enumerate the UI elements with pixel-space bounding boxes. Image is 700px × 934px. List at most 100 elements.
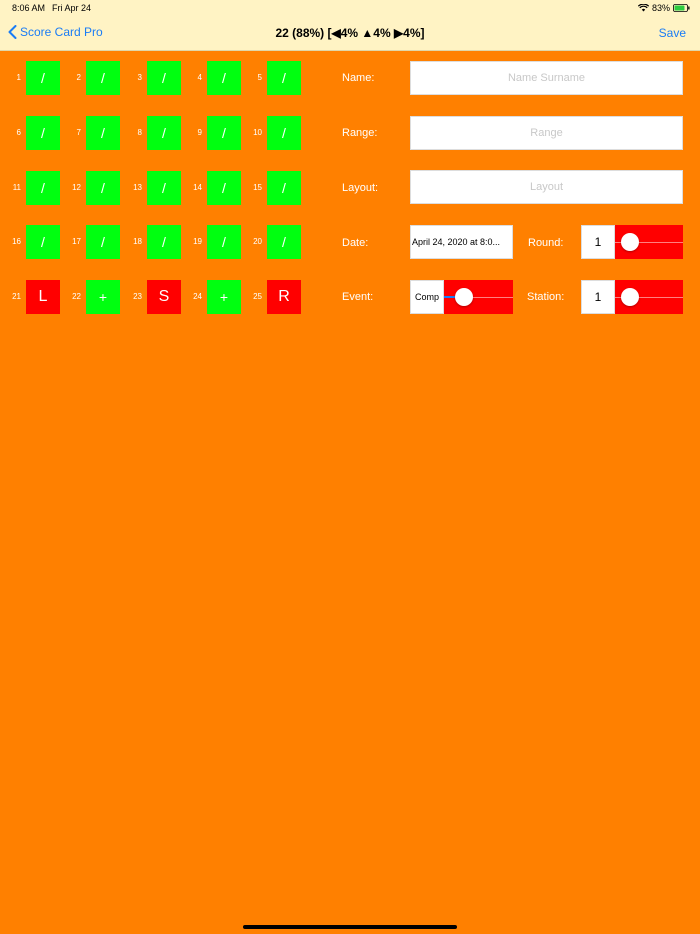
status-bar: 8:06 AM Fri Apr 24 83% xyxy=(0,0,700,16)
score-button[interactable]: / xyxy=(147,61,181,95)
score-cell: 3/ xyxy=(121,61,181,95)
score-button[interactable]: / xyxy=(147,225,181,259)
date-label: Date: xyxy=(342,237,369,249)
page-title: 22 (88%) [◀4% ▲4% ▶4%] xyxy=(275,26,425,40)
score-button[interactable]: / xyxy=(26,171,60,205)
score-button[interactable]: + xyxy=(207,280,241,314)
score-button[interactable]: R xyxy=(267,280,301,314)
target-number: 6 xyxy=(16,128,21,137)
event-value: Comp xyxy=(410,280,444,314)
target-number: 11 xyxy=(12,183,21,192)
name-label: Name: xyxy=(342,72,375,84)
score-cell: 12 / xyxy=(60,171,120,205)
target-number: 24 xyxy=(193,292,202,301)
slider-thumb[interactable] xyxy=(454,288,473,306)
target-number: 22 xyxy=(72,292,81,301)
slider-thumb[interactable] xyxy=(620,233,639,251)
score-cell: 6/ xyxy=(0,116,60,150)
target-number: 8 xyxy=(137,128,142,137)
target-number: 2 xyxy=(76,73,81,82)
round-value: 1 xyxy=(581,225,615,259)
score-cell: 17 / xyxy=(60,225,120,259)
score-button[interactable]: / xyxy=(86,116,120,150)
name-input[interactable]: Name Surname xyxy=(410,61,683,95)
score-cell: 15 / xyxy=(241,171,301,205)
score-button[interactable]: / xyxy=(267,225,301,259)
score-cell: 9/ xyxy=(181,116,241,150)
station-slider[interactable] xyxy=(615,280,683,314)
score-cell: 8/ xyxy=(121,116,181,150)
target-number: 16 xyxy=(12,237,21,246)
score-cell: 7/ xyxy=(60,116,120,150)
target-number: 5 xyxy=(257,73,262,82)
battery-percent: 83% xyxy=(651,3,670,13)
score-button[interactable]: / xyxy=(207,116,241,150)
score-button[interactable]: / xyxy=(86,61,120,95)
score-cell: 1/ xyxy=(0,61,60,95)
event-slider[interactable] xyxy=(444,280,513,314)
event-label: Event: xyxy=(342,291,374,303)
score-cell: 16 / xyxy=(0,225,60,259)
round-label: Round: xyxy=(528,237,564,249)
layout-input[interactable]: Layout xyxy=(410,170,683,204)
target-number: 9 xyxy=(197,128,202,137)
score-cell: 5/ xyxy=(241,61,301,95)
score-cell: 22 + xyxy=(60,280,120,314)
score-button[interactable]: / xyxy=(267,61,301,95)
round-slider[interactable] xyxy=(615,225,683,259)
score-button[interactable]: / xyxy=(86,225,120,259)
target-number: 15 xyxy=(253,183,262,192)
target-number: 23 xyxy=(133,292,142,301)
slider-thumb[interactable] xyxy=(620,288,639,306)
score-cell: 10 / xyxy=(241,116,301,150)
score-button[interactable]: / xyxy=(147,116,181,150)
score-button[interactable]: / xyxy=(86,171,120,205)
score-cell: 14 / xyxy=(181,171,241,205)
target-number: 21 xyxy=(12,292,21,301)
target-number: 20 xyxy=(253,237,262,246)
score-cell: 11 / xyxy=(0,171,60,205)
range-input[interactable]: Range xyxy=(410,116,683,150)
date-picker[interactable]: April 24, 2020 at 8:0... xyxy=(410,225,513,259)
target-number: 17 xyxy=(72,237,81,246)
score-cell: 18 / xyxy=(121,225,181,259)
target-number: 13 xyxy=(133,183,142,192)
target-number: 18 xyxy=(133,237,142,246)
target-number: 7 xyxy=(76,128,81,137)
score-button[interactable]: / xyxy=(207,225,241,259)
score-button[interactable]: S xyxy=(147,280,181,314)
target-number: 4 xyxy=(197,73,202,82)
score-cell: 23 S xyxy=(121,280,181,314)
save-button[interactable]: Save xyxy=(659,26,686,40)
target-number: 12 xyxy=(72,183,81,192)
score-button[interactable]: + xyxy=(86,280,120,314)
score-button[interactable]: / xyxy=(267,116,301,150)
score-button[interactable]: / xyxy=(26,61,60,95)
score-cell: 24 + xyxy=(181,280,241,314)
score-button[interactable]: / xyxy=(267,171,301,205)
score-button[interactable]: / xyxy=(26,225,60,259)
score-cell: 13 / xyxy=(121,171,181,205)
score-button[interactable]: / xyxy=(207,61,241,95)
score-cell: 20 / xyxy=(241,225,301,259)
score-button[interactable]: / xyxy=(26,116,60,150)
score-button[interactable]: L xyxy=(26,280,60,314)
battery-icon xyxy=(673,4,690,12)
score-cell: 19 / xyxy=(181,225,241,259)
score-cell: 4/ xyxy=(181,61,241,95)
target-number: 1 xyxy=(16,73,21,82)
target-number: 14 xyxy=(193,183,202,192)
score-button[interactable]: / xyxy=(207,171,241,205)
score-cell: 2/ xyxy=(60,61,120,95)
target-number: 3 xyxy=(137,73,142,82)
station-label: Station: xyxy=(527,291,565,303)
score-cell: 25 R xyxy=(241,280,301,314)
layout-label: Layout: xyxy=(342,182,379,194)
home-indicator xyxy=(243,925,457,929)
nav-bar: Score Card Pro 22 (88%) [◀4% ▲4% ▶4%] Sa… xyxy=(0,16,700,51)
score-button[interactable]: / xyxy=(147,171,181,205)
status-date: Fri Apr 24 xyxy=(52,3,92,13)
status-right: 83% xyxy=(637,3,690,13)
station-value: 1 xyxy=(581,280,615,314)
status-time: 8:06 AM xyxy=(12,3,46,13)
